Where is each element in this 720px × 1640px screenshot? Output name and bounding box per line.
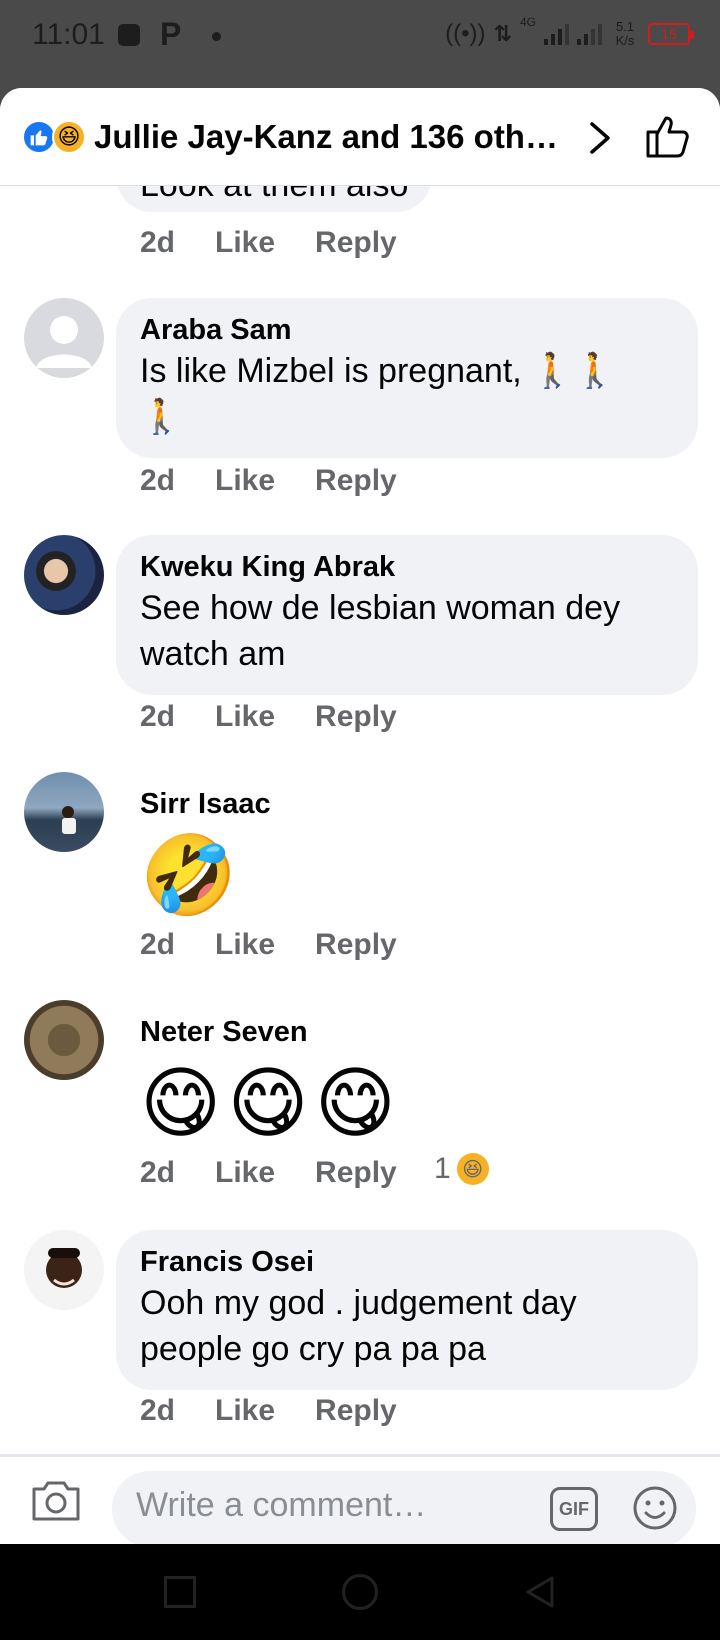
- comment-text-line1: Ooh my god . judgement day: [140, 1284, 577, 1322]
- status-indicators: ((•)) ⇅ 4G 5.1 K/s 15: [445, 15, 694, 48]
- network-type: 4G: [519, 15, 536, 29]
- like-link[interactable]: Like: [215, 226, 275, 260]
- comment-bubble[interactable]: Kweku King Abrak See how de lesbian woma…: [116, 535, 698, 695]
- commenter-name[interactable]: Francis Osei: [140, 1244, 674, 1280]
- network-speed: 5.1 K/s: [610, 20, 640, 48]
- back-button[interactable]: [520, 1572, 560, 1612]
- comment-input[interactable]: [136, 1485, 516, 1525]
- like-link[interactable]: Like: [215, 1394, 275, 1428]
- data-transfer-icon: ⇅: [493, 21, 512, 46]
- comment-composer: GIF: [0, 1457, 720, 1544]
- like-reaction-icon: [22, 120, 56, 154]
- comment-bubble[interactable]: Francis Osei Ooh my god . judgement day …: [116, 1230, 698, 1390]
- speed-unit: K/s: [615, 33, 635, 48]
- home-button[interactable]: [342, 1574, 378, 1610]
- like-link[interactable]: Like: [215, 464, 275, 498]
- system-nav-bar: [0, 1544, 720, 1640]
- avatar[interactable]: [24, 1000, 104, 1080]
- reactors-title[interactable]: Jullie Jay-Kanz and 136 others: [94, 118, 574, 156]
- comment-reaction-count[interactable]: 1 😆: [434, 1152, 489, 1186]
- reply-link[interactable]: Reply: [315, 1156, 397, 1190]
- comment-time: 2d: [140, 700, 176, 733]
- avatar[interactable]: [24, 298, 104, 378]
- gif-button[interactable]: GIF: [550, 1487, 598, 1531]
- reply-link[interactable]: Reply: [315, 928, 397, 962]
- comment-emoji: 🤣: [140, 831, 244, 919]
- comment-actions: 2d Like Reply: [140, 464, 397, 498]
- reply-link[interactable]: Reply: [315, 464, 397, 498]
- commenter-name[interactable]: Kweku King Abrak: [140, 549, 674, 585]
- more-notifications-dot-icon: [212, 32, 221, 41]
- like-thumb-icon[interactable]: [644, 112, 692, 160]
- reply-link[interactable]: Reply: [315, 1394, 397, 1428]
- comment-text-line2: 🚶: [140, 398, 183, 436]
- comment-body: Neter Seven 😋😋😋: [140, 1014, 402, 1148]
- like-link[interactable]: Like: [215, 928, 275, 962]
- hotspot-icon: ((•)): [445, 20, 486, 47]
- chevron-right-icon[interactable]: [582, 118, 618, 158]
- comment-input-container[interactable]: GIF: [112, 1471, 696, 1544]
- comments-sheet: 😆 Jullie Jay-Kanz and 136 others Look at…: [0, 88, 720, 1544]
- status-time: 11:01: [32, 18, 105, 51]
- haha-reaction-icon: 😆: [456, 1153, 489, 1185]
- like-link[interactable]: Like: [215, 1156, 275, 1190]
- commenter-name[interactable]: Neter Seven: [140, 1014, 402, 1050]
- reply-link[interactable]: Reply: [315, 700, 397, 734]
- comment-actions: 2d Like Reply: [140, 226, 397, 260]
- speed-value: 5.1: [615, 19, 635, 34]
- camera-icon[interactable]: [30, 1477, 82, 1523]
- commenter-name[interactable]: Sirr Isaac: [140, 786, 271, 822]
- comment-actions: 2d Like Reply: [140, 700, 397, 734]
- reply-link[interactable]: Reply: [315, 226, 397, 260]
- comment-time: 2d: [140, 1394, 176, 1427]
- sheet-header: 😆 Jullie Jay-Kanz and 136 others: [0, 88, 720, 186]
- comment-actions: 2d Like Reply: [140, 1156, 397, 1190]
- comment-body: Sirr Isaac 🤣: [140, 786, 271, 920]
- comment-time: 2d: [140, 928, 176, 961]
- like-link[interactable]: Like: [215, 700, 275, 734]
- reactions-summary[interactable]: 😆: [22, 120, 90, 154]
- avatar[interactable]: [24, 1230, 104, 1310]
- comment-time: 2d: [140, 464, 176, 497]
- commenter-name[interactable]: Araba Sam: [140, 312, 674, 348]
- comment-actions: 2d Like Reply: [140, 928, 397, 962]
- signal-icon: [544, 23, 569, 45]
- battery-icon: 15: [648, 23, 694, 45]
- comment-actions: 2d Like Reply: [140, 1394, 397, 1428]
- comment-time: 2d: [140, 226, 176, 259]
- avatar[interactable]: [24, 772, 104, 852]
- avatar[interactable]: [24, 535, 104, 615]
- status-bar: 11:01 P ((•)) ⇅ 4G 5.1 K/s 15: [0, 0, 720, 88]
- comment-bubble[interactable]: Araba Sam Is like Mizbel is pregnant, 🚶🚶…: [116, 298, 698, 458]
- notification-square-icon: [118, 24, 140, 46]
- emoji-picker-icon[interactable]: [632, 1485, 678, 1531]
- comment-text-line2: watch am: [140, 635, 286, 673]
- haha-reaction-icon: 😆: [52, 120, 86, 154]
- recents-button[interactable]: [164, 1576, 196, 1608]
- comment-text-line2: people go cry pa pa pa: [140, 1330, 486, 1368]
- comment-emoji: 😋😋😋: [140, 1059, 402, 1147]
- comment-time: 2d: [140, 1156, 176, 1189]
- reaction-count-value: 1: [434, 1152, 451, 1185]
- signal-2-icon: [577, 23, 602, 45]
- battery-level: 15: [661, 26, 677, 42]
- app-notification-icon: P: [160, 16, 182, 52]
- comment-text-line1: Is like Mizbel is pregnant, 🚶🚶: [140, 352, 616, 390]
- comment-text-line1: See how de lesbian woman dey: [140, 589, 621, 627]
